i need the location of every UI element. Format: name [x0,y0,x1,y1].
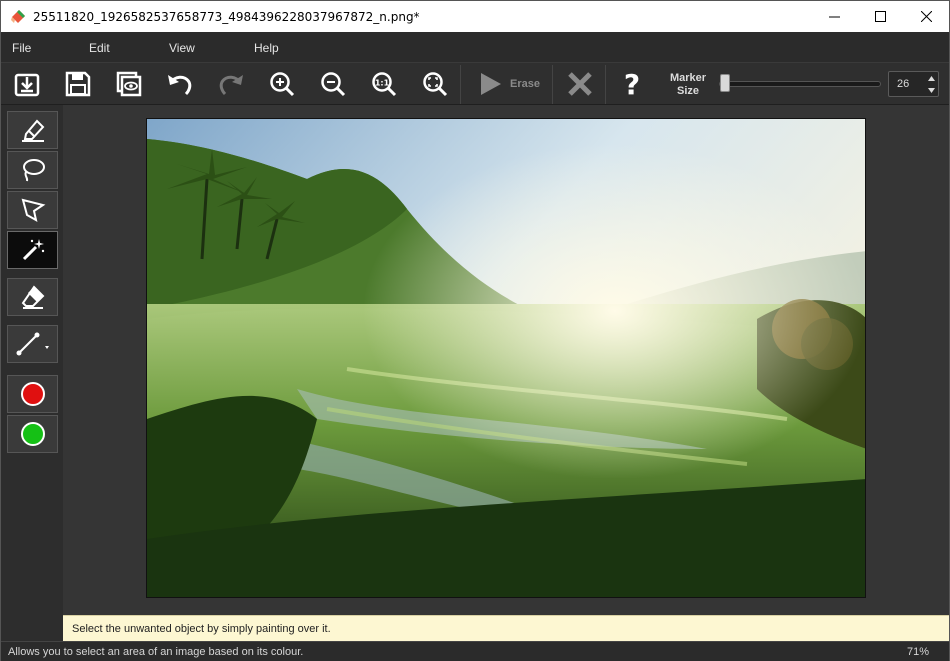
preview-button[interactable] [113,68,145,100]
magic-wand-icon [22,239,44,261]
redo-button[interactable] [215,68,247,100]
marker-size-label: Marker Size [669,72,707,97]
maximize-button[interactable] [857,1,903,32]
fit-to-window-button[interactable] [419,68,451,100]
lasso-tool-button[interactable] [7,151,58,189]
preview-eye-icon [116,71,142,97]
marker-size-slider[interactable] [719,81,881,87]
red-color-swatch [20,382,45,406]
tool-panel [1,105,63,641]
minimize-button[interactable] [811,1,857,32]
window-title: 25511820_1926582537658773_49843962280379… [33,9,420,24]
eraser-tool-button[interactable] [7,278,58,316]
eraser-icon [21,285,44,309]
dropdown-arrow-icon [44,346,49,349]
marker-tool-button[interactable] [7,111,58,149]
line-tool-button[interactable] [7,325,58,363]
svg-text:1:1: 1:1 [375,79,390,88]
marker-pen-icon [21,119,44,142]
menu-view[interactable]: View [169,41,195,55]
clear-selection-button[interactable] [564,68,596,100]
zoom-in-icon [270,72,295,97]
app-window: 25511820_1926582537658773_49843962280379… [0,0,950,661]
remove-color-button[interactable] [7,375,58,413]
line-tool-icon [16,332,49,356]
save-button[interactable] [62,68,94,100]
menu-help[interactable]: Help [254,41,279,55]
zoom-out-icon [321,72,346,97]
maximize-icon [874,11,886,22]
close-icon [920,11,932,22]
undo-icon [168,75,192,96]
play-icon [481,73,501,95]
menu-bar: File Edit View Help [1,32,949,62]
zoom-out-button[interactable] [317,68,349,100]
chevron-down-icon [927,87,935,93]
menu-file[interactable]: File [12,41,31,55]
magic-wand-tool-button[interactable] [7,231,58,269]
title-bar: 25511820_1926582537658773_49843962280379… [1,1,949,32]
marker-size-slider-thumb[interactable] [720,74,730,92]
undo-button[interactable] [164,68,196,100]
cross-icon [568,72,592,96]
zoom-level: 71% [906,646,929,658]
redo-icon [219,75,243,96]
marker-size-spinbox[interactable]: 26 [888,71,939,97]
polygon-lasso-tool-button[interactable] [7,191,58,229]
toolbar-separator [552,65,553,104]
hint-text: Select the unwanted object by simply pai… [72,623,331,635]
zoom-in-button[interactable] [266,68,298,100]
spin-down-button[interactable] [924,84,938,96]
polygon-lasso-icon [21,198,45,222]
erase-label[interactable]: Erase [510,78,540,90]
lasso-icon [22,159,45,182]
chevron-up-icon [927,75,935,81]
erase-play-button[interactable] [474,68,506,100]
status-message: Allows you to select an area of an image… [8,646,304,658]
toolbar-separator [605,65,606,104]
open-button[interactable] [11,68,43,100]
close-window-button[interactable] [903,1,949,32]
menu-edit[interactable]: Edit [89,41,110,55]
photo-image [147,119,865,597]
zoom-fit-icon [423,72,448,97]
landscape-photo[interactable] [146,118,866,598]
minimize-icon [828,16,840,18]
green-color-swatch [20,422,45,446]
hint-bar: Select the unwanted object by simply pai… [63,615,949,641]
zoom-actual-size-icon: 1:1 [372,72,397,97]
svg-text:?: ? [624,70,640,98]
save-icon [65,71,91,97]
spin-up-button[interactable] [924,72,938,84]
toolbar-separator [460,65,461,104]
actual-size-button[interactable]: 1:1 [368,68,400,100]
status-bar: Allows you to select an area of an image… [1,641,949,661]
open-file-icon [14,73,40,97]
eraser-app-icon [11,9,25,23]
help-button[interactable]: ? [616,68,648,100]
marker-size-value[interactable]: 26 [897,78,909,90]
question-mark-icon: ? [624,70,640,98]
keep-color-button[interactable] [7,415,58,453]
